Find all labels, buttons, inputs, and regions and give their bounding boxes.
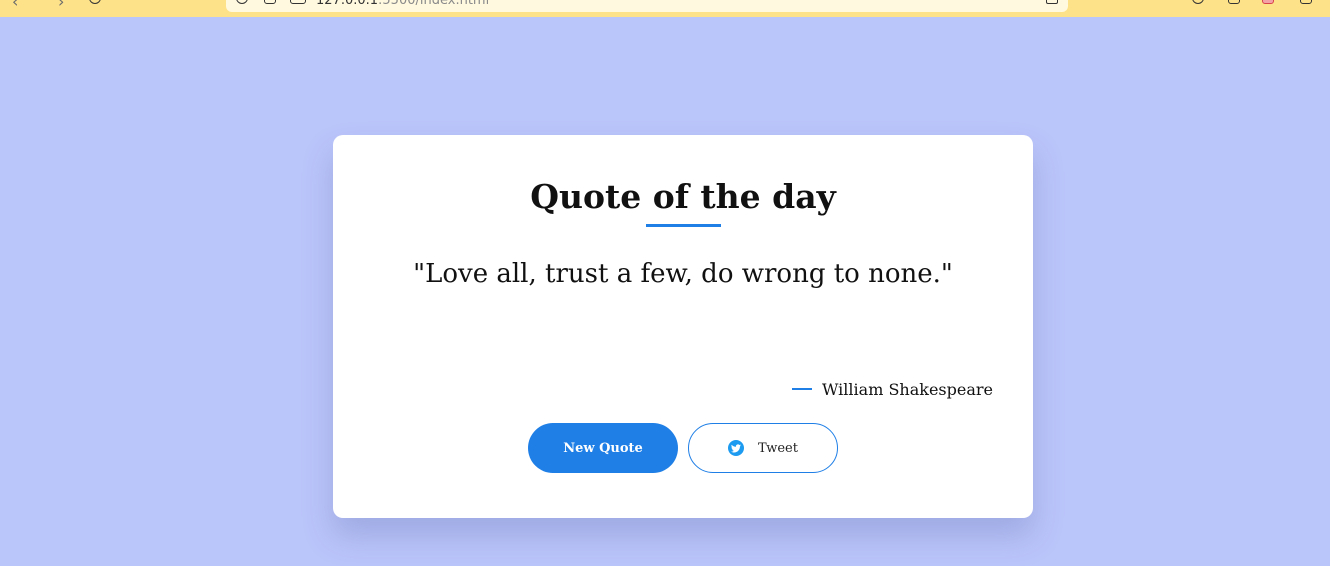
extension-icon[interactable] bbox=[1262, 0, 1274, 4]
account-icon[interactable] bbox=[1192, 0, 1204, 4]
url-path: :5500/index.html bbox=[378, 0, 490, 8]
permissions-icon[interactable] bbox=[290, 0, 306, 4]
tweet-label: Tweet bbox=[758, 440, 798, 456]
address-url[interactable]: 127.0.0.1:5500/index.html bbox=[316, 0, 489, 9]
new-quote-label: New Quote bbox=[563, 440, 643, 456]
new-quote-button[interactable]: New Quote bbox=[528, 423, 678, 473]
tweet-button[interactable]: Tweet bbox=[688, 423, 838, 473]
back-icon[interactable]: ‹ bbox=[12, 0, 18, 10]
url-host: 127.0.0.1 bbox=[316, 0, 379, 8]
forward-icon[interactable]: › bbox=[58, 0, 64, 10]
extensions-puzzle-icon[interactable] bbox=[1300, 0, 1312, 4]
author-name: William Shakespeare bbox=[822, 379, 993, 399]
lock-icon[interactable] bbox=[264, 0, 276, 4]
quote-text: "Love all, trust a few, do wrong to none… bbox=[413, 259, 953, 289]
reload-icon[interactable] bbox=[89, 0, 101, 4]
title-underline bbox=[646, 224, 721, 227]
bookmark-star-icon[interactable] bbox=[1046, 0, 1058, 4]
browser-toolbar: ‹ › 127.0.0.1:5500/index.html bbox=[0, 0, 1330, 17]
container-icon[interactable] bbox=[1228, 0, 1240, 4]
twitter-icon bbox=[728, 440, 745, 456]
quote-card: Quote of the day "Love all, trust a few,… bbox=[333, 135, 1033, 518]
page-title: Quote of the day bbox=[530, 177, 836, 216]
twitter-bird-icon bbox=[731, 443, 742, 452]
author-dash bbox=[792, 388, 813, 390]
author-row: William Shakespeare bbox=[792, 378, 993, 400]
